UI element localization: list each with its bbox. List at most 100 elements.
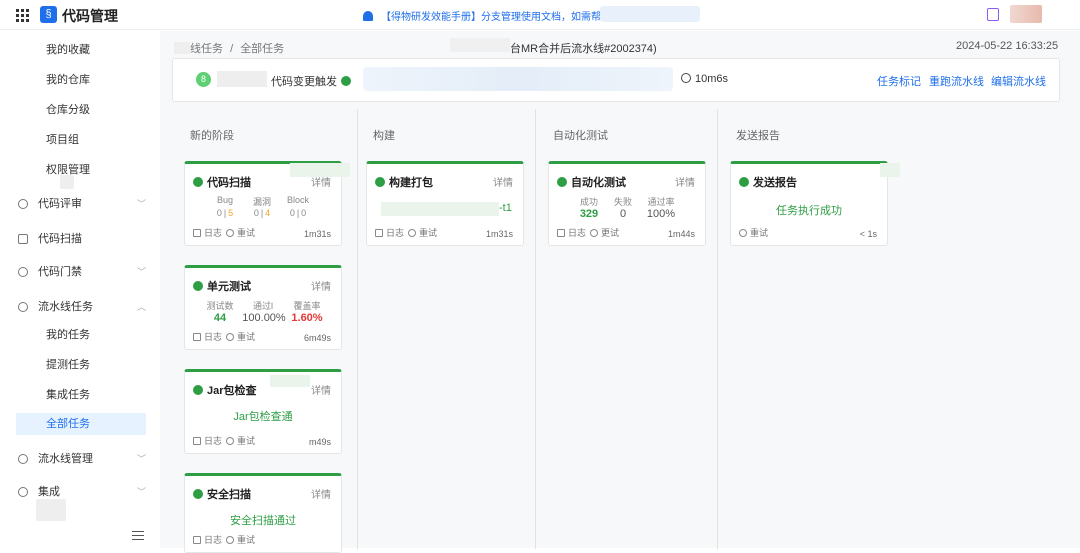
log-link[interactable]: 日志 [204,436,222,446]
sidebar-item-favorites[interactable]: 我的收藏 [0,39,160,61]
sidebar-item-all-tasks[interactable]: 全部任务 [16,413,146,435]
edit-pipeline-button[interactable]: 编辑流水线 [991,73,1046,89]
sidebar-item-code-scan[interactable]: 代码扫描 [0,228,160,250]
retry-link[interactable]: 重试 [237,228,255,238]
blurred-region [270,375,310,387]
metric-value-main: 0 [301,208,307,218]
success-icon [193,489,203,499]
blurred-region [36,499,66,521]
stage-title: 自动化测试 [553,130,608,142]
run-timestamp: 2024-05-22 16:33:25 [956,40,1059,52]
job-duration: m49s [308,437,331,447]
job-name-text: 发送报告 [753,177,797,189]
sidebar-item-pipeline-manage[interactable]: 流水线管理 ﹀ [0,448,160,470]
metric-label: Block [286,195,309,205]
metric-value: 100% [646,208,676,220]
build-artifact[interactable]: -t1 [499,202,512,214]
metric-value: 44 [213,312,227,324]
sidebar-item-code-gate[interactable]: 代码门禁 ﹀ [0,261,160,283]
log-link[interactable]: 日志 [204,332,222,342]
blurred-region [217,71,267,87]
retry-icon [590,229,599,237]
card-footer: 日志 重试 [193,226,255,239]
rerun-pipeline-button[interactable]: 重跑流水线 [929,73,984,89]
detail-link[interactable]: 详情 [311,382,331,397]
detail-link[interactable]: 详情 [311,278,331,293]
detail-link[interactable]: 详情 [311,486,331,501]
metric-separator: | [296,208,300,218]
notice-banner[interactable]: 【得物研发效能手册】分支管理使用文档，如需帮助 [363,8,611,23]
retry-icon [739,229,747,237]
metric-label: 测试数 [206,301,234,311]
success-icon [193,177,203,187]
scan-icon [18,234,28,244]
success-icon [739,177,749,187]
job-duration: 6m49s [303,333,331,343]
metric-label: 通过率 [647,197,675,207]
retry-link[interactable]: 重试 [237,535,255,545]
job-card-unit-test[interactable]: 单元测试 详情 测试数 通过l 覆盖率 44 100.00% 1.60% 日志重… [184,265,342,350]
pipeline-manage-icon [18,454,28,464]
metric-value: 1.60% [291,312,323,324]
breadcrumb-separator: / [230,43,234,55]
app-title: 代码管理 [62,8,118,24]
notice-text[interactable]: 【得物研发效能手册】分支管理使用文档，如需帮助 [381,12,611,23]
blurred-region [60,175,74,189]
job-status: 任务执行成功 [776,205,842,217]
sidebar-item-my-tasks[interactable]: 我的任务 [0,324,160,346]
retry-icon [226,229,235,237]
job-card-autotest[interactable]: 自动化测试 详情 成功 失败 通过率 329 0 100% 日志 更试 1m44s [548,161,706,246]
sidebar-item-test-tasks[interactable]: 提测任务 [0,354,160,376]
job-card-report[interactable]: 发送报告 任务执行成功 重试 < 1s [730,161,888,246]
avatar[interactable] [1010,5,1042,23]
sidebar-item-label: 流水线任务 [38,301,93,313]
log-icon [557,229,565,237]
retry-link[interactable]: 重试 [237,332,255,342]
log-link[interactable]: 日志 [386,228,404,238]
job-card-jar-check[interactable]: Jar包检查 详情 Jar包检查通 日志 重试 m49s [184,369,342,454]
card-footer: 日志 重试 [193,330,255,343]
sidebar-item-my-repos[interactable]: 我的仓库 [0,69,160,91]
log-icon [193,437,201,445]
log-link[interactable]: 日志 [204,535,222,545]
detail-link[interactable]: 详情 [675,174,695,189]
sidebar-item-integration[interactable]: 集成 ﹀ [0,481,160,503]
collapse-menu-icon[interactable] [132,531,144,540]
retry-icon [226,437,235,445]
metric-label: Bug [216,195,233,205]
sidebar-item-pipeline-tasks[interactable]: 流水线任务 ︿ [0,296,160,318]
app-grid-icon[interactable] [16,9,29,22]
breadcrumb: 线任务 / 全部任务 [174,40,284,56]
sidebar-item-project-group[interactable]: 项目组 [0,129,160,151]
retry-link[interactable]: 更试 [601,228,619,238]
job-name-text: 构建打包 [389,177,433,189]
card-footer: 日志 更试 [557,226,619,239]
document-icon[interactable] [987,8,999,21]
job-card-build[interactable]: 构建打包 详情 -t1 日志 重试 1m31s [366,161,524,246]
run-duration: 10m6s [681,73,728,85]
metric-value-main: 0 [289,208,295,218]
sidebar-item-integration-tasks[interactable]: 集成任务 [0,384,160,406]
chevron-up-icon: ︿ [137,302,147,312]
detail-link[interactable]: 详情 [493,174,513,189]
mark-task-button[interactable]: 任务标记 [877,73,921,89]
log-link[interactable]: 日志 [568,228,586,238]
job-name: 自动化测试 [557,174,626,190]
breadcrumb-item[interactable]: 线任务 [190,43,223,55]
sidebar-item-code-review[interactable]: 代码评审 ﹀ [0,193,160,215]
retry-link[interactable]: 重试 [750,228,768,238]
trigger-label: 代码变更触发 [271,76,337,88]
pipeline-icon [18,302,28,312]
chevron-down-icon: ﹀ [137,267,147,277]
duration-value: 10m6s [695,73,729,85]
breadcrumb-item[interactable]: 全部任务 [240,43,284,55]
stage-title: 构建 [373,130,395,142]
log-link[interactable]: 日志 [204,228,222,238]
retry-link[interactable]: 重试 [237,436,255,446]
retry-icon [226,536,235,544]
sidebar-item-permissions[interactable]: 权限管理 [0,159,160,181]
sidebar-item-label: 代码扫描 [38,233,82,245]
retry-link[interactable]: 重试 [419,228,437,238]
sidebar-item-repo-levels[interactable]: 仓库分级 [0,99,160,121]
job-card-security-scan[interactable]: 安全扫描 详情 安全扫描通过 日志 重试 [184,473,342,553]
